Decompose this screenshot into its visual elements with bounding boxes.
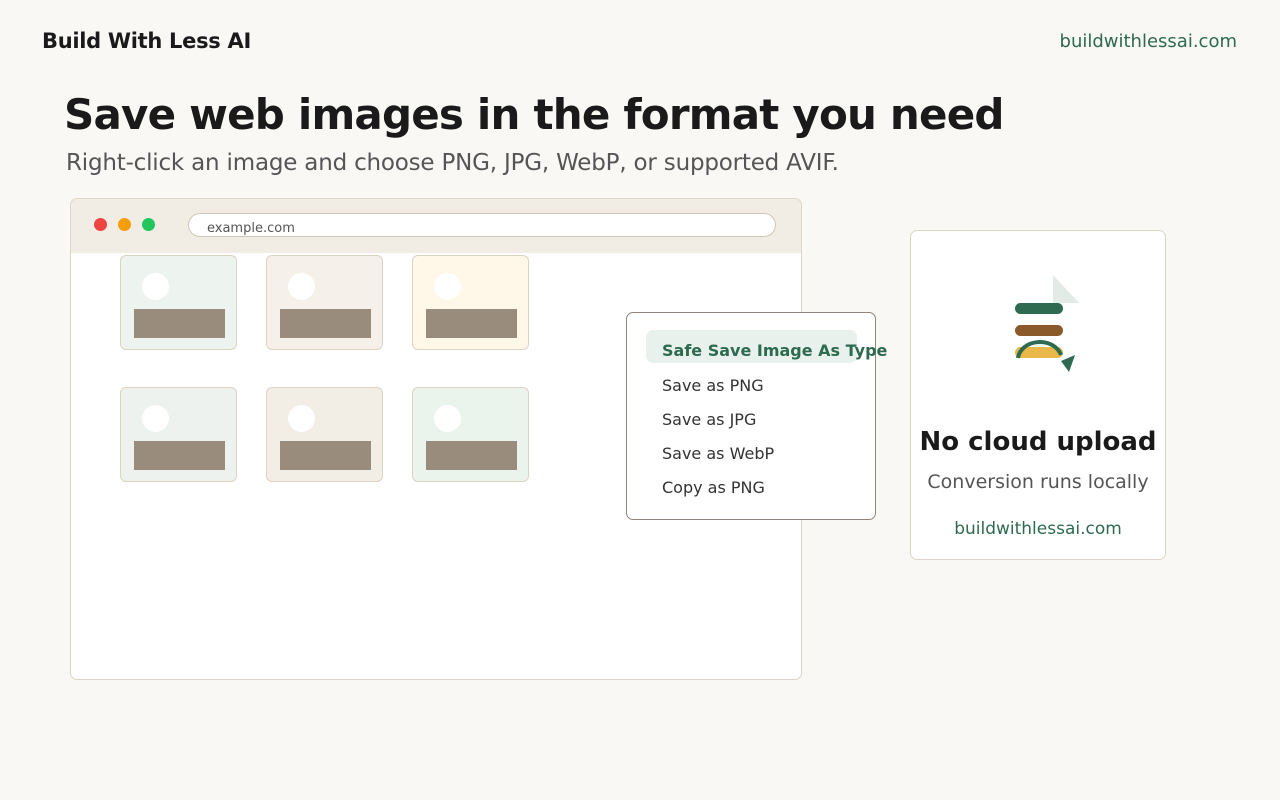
card-link[interactable]: buildwithlessai.com	[911, 519, 1165, 539]
minimize-window-dot[interactable]	[118, 218, 131, 231]
image-tile[interactable]	[412, 387, 529, 482]
image-placeholder-ground	[134, 309, 225, 338]
card-subtitle: Conversion runs locally	[927, 471, 1149, 493]
close-window-dot[interactable]	[94, 218, 107, 231]
image-tile[interactable]	[120, 255, 237, 350]
brand-title: Build With Less AI	[42, 29, 251, 53]
image-placeholder-ground	[426, 309, 517, 338]
image-placeholder-ground	[280, 309, 371, 338]
maximize-window-dot[interactable]	[142, 218, 155, 231]
page-title: Save web images in the format you need	[64, 90, 1004, 139]
image-placeholder-sun	[434, 273, 461, 300]
image-placeholder-sun	[288, 273, 315, 300]
image-tile[interactable]	[266, 255, 383, 350]
image-placeholder-ground	[134, 441, 225, 470]
page-subtitle: Right-click an image and choose PNG, JPG…	[66, 150, 839, 176]
card-title: No cloud upload	[919, 427, 1157, 457]
menu-item-save-jpg[interactable]: Save as JPG	[662, 410, 756, 429]
image-convert-icon	[1015, 275, 1079, 372]
browser-toolbar: example.com	[71, 199, 801, 253]
image-placeholder-sun	[142, 273, 169, 300]
image-tile[interactable]	[266, 387, 383, 482]
image-placeholder-sun	[434, 405, 461, 432]
image-placeholder-ground	[426, 441, 517, 470]
menu-item-save-png[interactable]: Save as PNG	[662, 376, 764, 395]
feature-card: No cloud upload Conversion runs locally …	[910, 230, 1166, 560]
menu-item-save-webp[interactable]: Save as WebP	[662, 444, 774, 463]
image-tile[interactable]	[412, 255, 529, 350]
menu-item-copy-png[interactable]: Copy as PNG	[662, 478, 765, 497]
context-menu: Safe Save Image As Type Save as PNG Save…	[626, 312, 887, 520]
image-tile[interactable]	[120, 387, 237, 482]
image-placeholder-sun	[142, 405, 169, 432]
image-placeholder-ground	[280, 441, 371, 470]
address-bar[interactable]: example.com	[188, 213, 776, 237]
image-placeholder-sun	[288, 405, 315, 432]
menu-title-safe-save[interactable]: Safe Save Image As Type	[662, 341, 887, 360]
site-link[interactable]: buildwithlessai.com	[1060, 31, 1237, 52]
